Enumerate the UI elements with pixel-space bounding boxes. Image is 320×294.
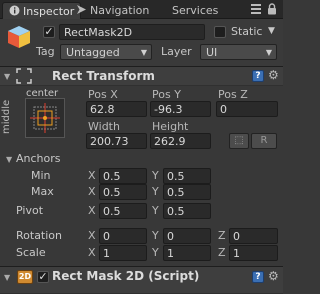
static-label: Static [231,25,263,38]
chevron-down-icon: ▼ [140,48,147,57]
pivot-y-field[interactable]: 0.5 [163,203,211,219]
navigation-icon [76,4,87,15]
anchor-max-label: Max [31,185,54,198]
gameobject-name-field[interactable]: RectMask2D [59,24,205,40]
anchor-max-x-field[interactable]: 0.5 [99,184,147,200]
help-icon[interactable]: ? [252,70,264,82]
rect-mask-2d-enabled-checkbox[interactable]: ✓ [37,271,49,283]
axis-y-label: Y [152,169,159,182]
pos-y-field[interactable]: -96.3 [150,101,211,117]
anchor-min-x-field[interactable]: 0.5 [99,168,147,184]
height-field[interactable]: 262.9 [150,133,211,149]
gameobject-active-checkbox[interactable]: ✓ [43,26,55,38]
tab-navigation[interactable]: Navigation [70,2,155,19]
tab-label: Inspector [23,5,75,18]
gear-icon[interactable]: ⚙ [268,69,280,81]
rotation-y-field[interactable]: 0 [163,228,211,244]
rotation-label: Rotation [16,229,63,242]
rotation-x-field[interactable]: 0 [99,228,147,244]
anchor-max-y-field[interactable]: 0.5 [163,184,211,200]
layer-dropdown[interactable]: UI ▼ [200,44,277,60]
axis-x-label: X [88,229,96,242]
anchor-min-y-field[interactable]: 0.5 [163,168,211,184]
pivot-x-field[interactable]: 0.5 [99,203,147,219]
rect-mask-2d-title: Rect Mask 2D (Script) [52,269,200,283]
rect-transform-icon [16,68,32,84]
axis-x-label: X [88,246,96,259]
pivot-label: Pivot [16,204,44,217]
anchors-foldout-arrow-icon[interactable]: ▼ [6,155,12,164]
scale-x-field[interactable]: 1 [99,245,147,261]
axis-x-label: X [88,204,96,217]
rect-mask-2d-icon: 2D [17,270,33,284]
rotation-z-field[interactable]: 0 [229,228,278,244]
axis-y-label: Y [152,204,159,217]
inspector-icon [9,5,20,16]
pos-z-label: Pos Z [218,88,248,101]
width-label: Width [88,120,120,133]
width-field[interactable]: 200.73 [86,133,147,149]
axis-y-label: Y [152,229,159,242]
tab-services[interactable]: Services [166,2,224,19]
tab-label: Services [172,4,219,17]
tab-menu-icon[interactable] [251,4,261,14]
static-checkbox[interactable] [214,26,226,38]
pos-x-label: Pos X [88,88,118,101]
tag-value: Untagged [66,46,120,59]
axis-z-label: Z [218,229,226,242]
tab-label: Navigation [90,4,150,17]
raw-edit-button[interactable]: R [251,133,277,149]
scale-z-field[interactable]: 1 [229,245,278,261]
layer-label: Layer [161,45,192,58]
anchor-preset-side-label: middle [1,99,12,134]
pos-x-field[interactable]: 62.8 [86,101,147,117]
layer-value: UI [206,46,218,59]
blueprint-mode-button[interactable]: ⬚ [229,133,249,149]
pos-z-field[interactable]: 0 [216,101,278,117]
collapse-arrow-icon[interactable]: ▼ [4,72,10,81]
height-label: Height [152,120,189,133]
tag-dropdown[interactable]: Untagged ▼ [60,44,152,60]
anchor-min-label: Min [31,169,51,182]
chevron-down-icon: ▼ [265,48,272,57]
axis-x-label: X [88,169,96,182]
pos-y-label: Pos Y [152,88,181,101]
collapse-arrow-icon[interactable]: ▼ [4,273,10,282]
axis-x-label: X [88,185,96,198]
anchor-presets-button[interactable] [25,98,65,138]
tag-label: Tag [36,45,55,58]
anchors-label[interactable]: Anchors [16,152,61,165]
scale-y-field[interactable]: 1 [163,245,211,261]
help-icon[interactable]: ? [252,271,264,283]
gear-icon[interactable]: ⚙ [268,270,280,282]
axis-y-label: Y [152,185,159,198]
gameobject-cube-icon [6,24,32,50]
scale-label: Scale [16,246,46,259]
lock-icon[interactable] [267,3,277,15]
axis-z-label: Z [218,246,226,259]
static-dropdown-arrow-icon[interactable]: ▼ [268,26,275,36]
rect-transform-title: Rect Transform [52,69,155,83]
axis-y-label: Y [152,246,159,259]
